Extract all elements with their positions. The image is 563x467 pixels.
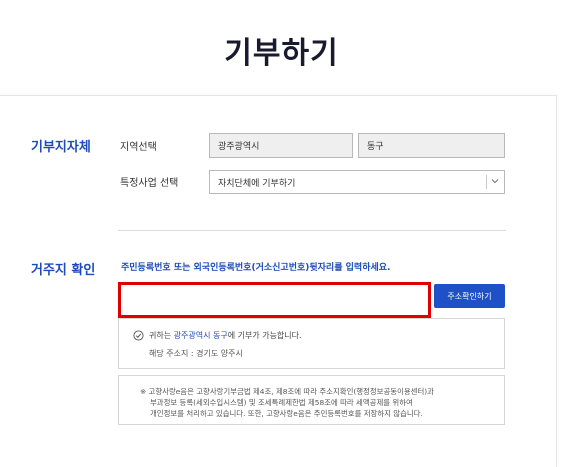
page-title: 기부하기 [224,36,339,71]
district-value: 동구 [367,142,384,152]
address-line: 해당 주소지 : 경기도 양주시 [149,349,243,358]
province-value: 광주광역시 [218,142,260,152]
residence-section-title: 거주지 확인 [31,263,96,278]
notice-line-1: ※ 고향사랑e음은 고향사랑기부금법 제4조, 제8조에 따라 주소지확인(행정… [140,387,434,396]
project-select-value: 자치단체에 기부하기 [218,178,296,189]
address-result-box: 귀하는 광주광역시 동구에 기부가 가능합니다. 해당 주소지 : 경기도 양주… [118,318,505,369]
resident-id-input[interactable] [118,282,431,318]
id-input-instruction: 주민등록번호 또는 외국인등록번호(거소신고번호)뒷자리를 입력하세요. [121,263,391,273]
eligibility-suffix: 에 기부가 가능합니다. [227,331,302,340]
privacy-notice-box: ※ 고향사랑e음은 고향사랑기부금법 제4조, 제8조에 따라 주소지확인(행정… [118,375,505,425]
eligibility-message: 귀하는 광주광역시 동구에 기부가 가능합니다. [149,330,302,341]
select-separator [486,175,487,189]
project-select[interactable]: 자치단체에 기부하기 [209,170,505,194]
donation-target-section-title: 기부지자체 [31,140,91,155]
section-divider [118,230,506,231]
notice-line-3: 개인정보를 처리하고 있습니다. 또한, 고향사랑e음은 주민등록번호를 저장하… [150,409,423,418]
eligibility-prefix: 귀하는 [149,331,174,340]
notice-line-2: 부과정보 등록(세외수입시스템) 및 조세특례제한법 제58조에 따라 세액공제… [150,398,413,407]
eligible-region: 광주광역시 동구 [173,331,228,340]
confirm-address-button[interactable]: 주소확인하기 [434,284,505,308]
project-select-label: 특정사업 선택 [120,178,179,189]
chevron-down-icon [491,179,499,184]
province-field: 광주광역시 [209,133,353,158]
region-select-label: 지역선택 [120,142,157,153]
district-field: 동구 [358,133,505,158]
check-circle-icon [133,330,144,341]
